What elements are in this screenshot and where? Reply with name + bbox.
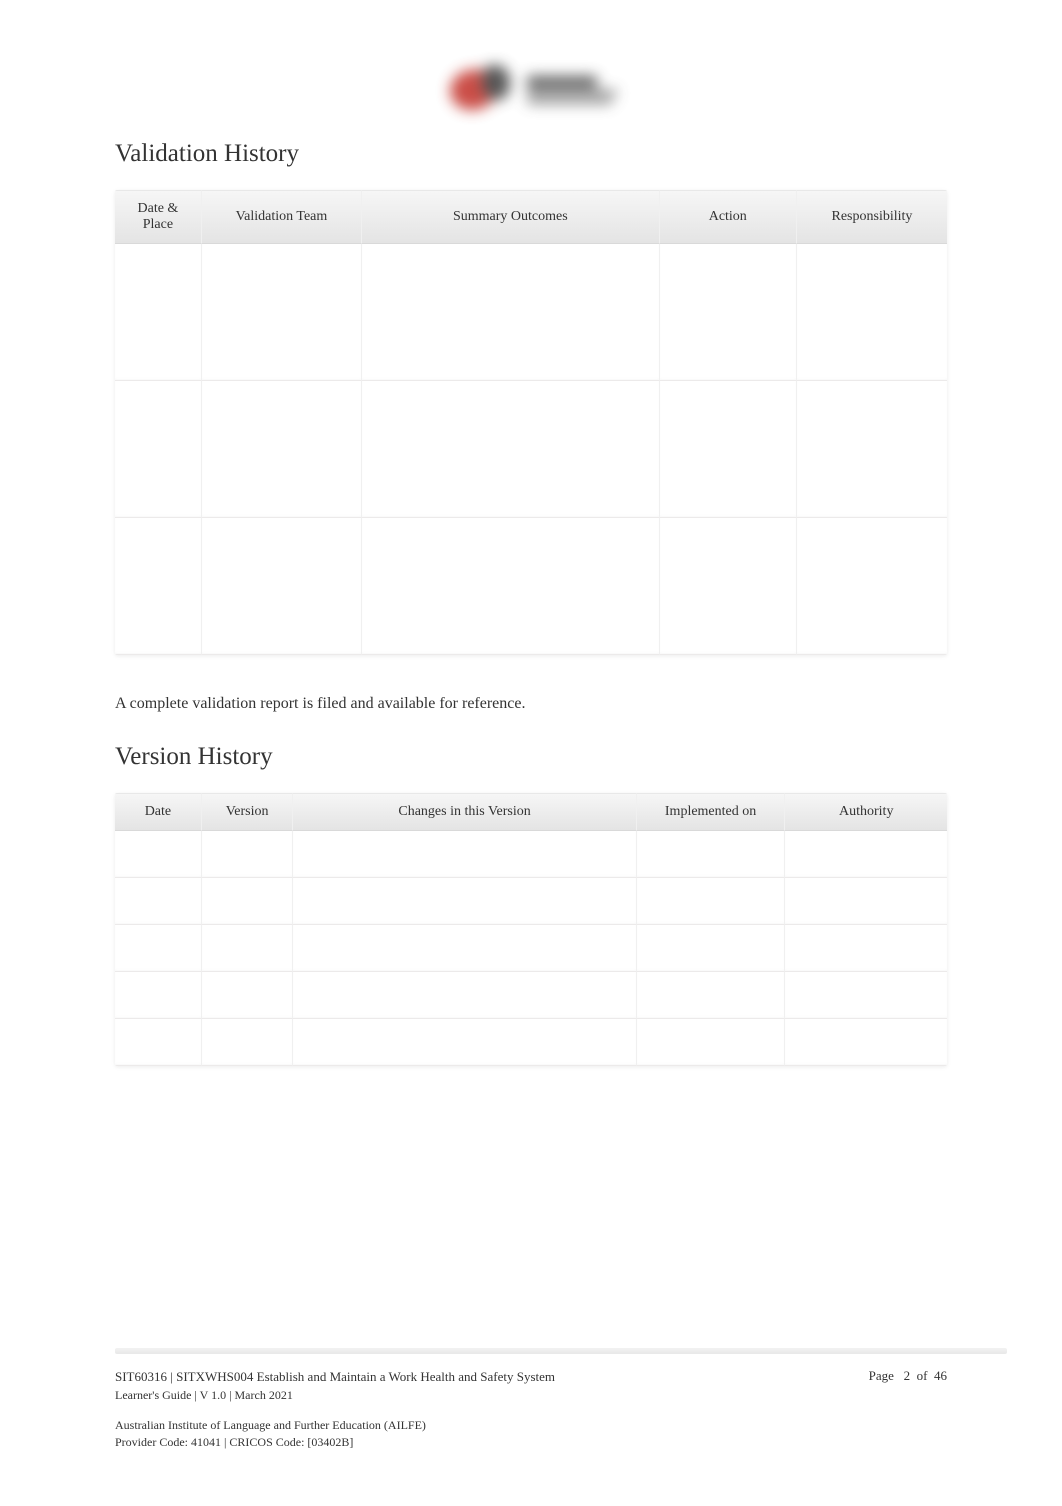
validation-col-header: Date & Place (115, 190, 201, 244)
page-current: 2 (904, 1368, 911, 1383)
page-of: of (917, 1368, 928, 1383)
document-page: Validation History Date & PlaceValidatio… (0, 0, 1062, 1066)
table-cell (636, 878, 785, 925)
version-col-header: Implemented on (636, 793, 785, 831)
validation-table-header-row: Date & PlaceValidation TeamSummary Outco… (115, 190, 947, 244)
table-cell (201, 925, 293, 972)
table-cell (636, 1019, 785, 1066)
table-cell (115, 518, 201, 655)
validation-history-heading: Validation History (115, 140, 947, 168)
table-row (115, 972, 947, 1019)
table-cell (659, 381, 796, 518)
version-table-container: DateVersionChanges in this VersionImplem… (115, 793, 947, 1066)
validation-table-container: Date & PlaceValidation TeamSummary Outco… (115, 190, 947, 655)
table-cell (636, 831, 785, 878)
page-total: 46 (934, 1368, 947, 1383)
version-col-header: Authority (784, 793, 947, 831)
footer-guide-line: Learner's Guide | V 1.0 | March 2021 (115, 1387, 555, 1404)
footer-course-line: SIT60316 | SITXWHS004 Establish and Main… (115, 1368, 555, 1386)
footer-institute-line: Australian Institute of Language and Fur… (115, 1417, 555, 1434)
version-table-header-row: DateVersionChanges in this VersionImplem… (115, 793, 947, 831)
table-cell (201, 878, 293, 925)
table-cell (796, 381, 947, 518)
table-cell (292, 1019, 635, 1066)
table-cell (292, 972, 635, 1019)
version-col-header: Version (201, 793, 293, 831)
version-table: DateVersionChanges in this VersionImplem… (115, 793, 947, 1066)
table-cell (115, 878, 201, 925)
table-cell (659, 518, 796, 655)
validation-col-header: Responsibility (796, 190, 947, 244)
page-label: Page (869, 1368, 894, 1383)
table-cell (115, 1019, 201, 1066)
table-row (115, 878, 947, 925)
version-history-heading: Version History (115, 743, 947, 771)
table-cell (361, 381, 659, 518)
table-cell (784, 972, 947, 1019)
table-cell (292, 925, 635, 972)
table-cell (115, 925, 201, 972)
table-row (115, 518, 947, 655)
table-cell (796, 244, 947, 381)
table-row (115, 381, 947, 518)
table-cell (796, 518, 947, 655)
table-cell (201, 244, 361, 381)
table-cell (201, 831, 293, 878)
footer-left-block: SIT60316 | SITXWHS004 Establish and Main… (115, 1368, 555, 1451)
table-row (115, 244, 947, 381)
table-cell (784, 878, 947, 925)
table-cell (361, 244, 659, 381)
footer-codes-line: Provider Code: 41041 | CRICOS Code: [034… (115, 1434, 555, 1451)
table-cell (784, 831, 947, 878)
logo-text (527, 76, 617, 104)
table-cell (201, 972, 293, 1019)
logo-mark-icon (445, 60, 515, 120)
version-col-header: Changes in this Version (292, 793, 635, 831)
table-cell (201, 381, 361, 518)
validation-table: Date & PlaceValidation TeamSummary Outco… (115, 190, 947, 655)
table-cell (636, 972, 785, 1019)
table-row (115, 1019, 947, 1066)
table-cell (292, 831, 635, 878)
table-row (115, 925, 947, 972)
table-cell (292, 878, 635, 925)
table-cell (201, 1019, 293, 1066)
logo-image (431, 50, 631, 130)
validation-col-header: Summary Outcomes (361, 190, 659, 244)
table-cell (784, 925, 947, 972)
page-footer: SIT60316 | SITXWHS004 Establish and Main… (115, 1348, 1007, 1451)
table-cell (115, 244, 201, 381)
table-cell (659, 244, 796, 381)
table-cell (115, 831, 201, 878)
validation-col-header: Action (659, 190, 796, 244)
table-cell (115, 381, 201, 518)
table-cell (201, 518, 361, 655)
table-cell (361, 518, 659, 655)
validation-col-header: Validation Team (201, 190, 361, 244)
logo-area (115, 50, 947, 130)
table-cell (636, 925, 785, 972)
footer-divider (115, 1348, 1007, 1354)
validation-note: A complete validation report is filed an… (115, 695, 947, 713)
table-cell (115, 972, 201, 1019)
table-row (115, 831, 947, 878)
version-col-header: Date (115, 793, 201, 831)
table-cell (784, 1019, 947, 1066)
footer-page-number: Page 2 of 46 (869, 1368, 1007, 1384)
